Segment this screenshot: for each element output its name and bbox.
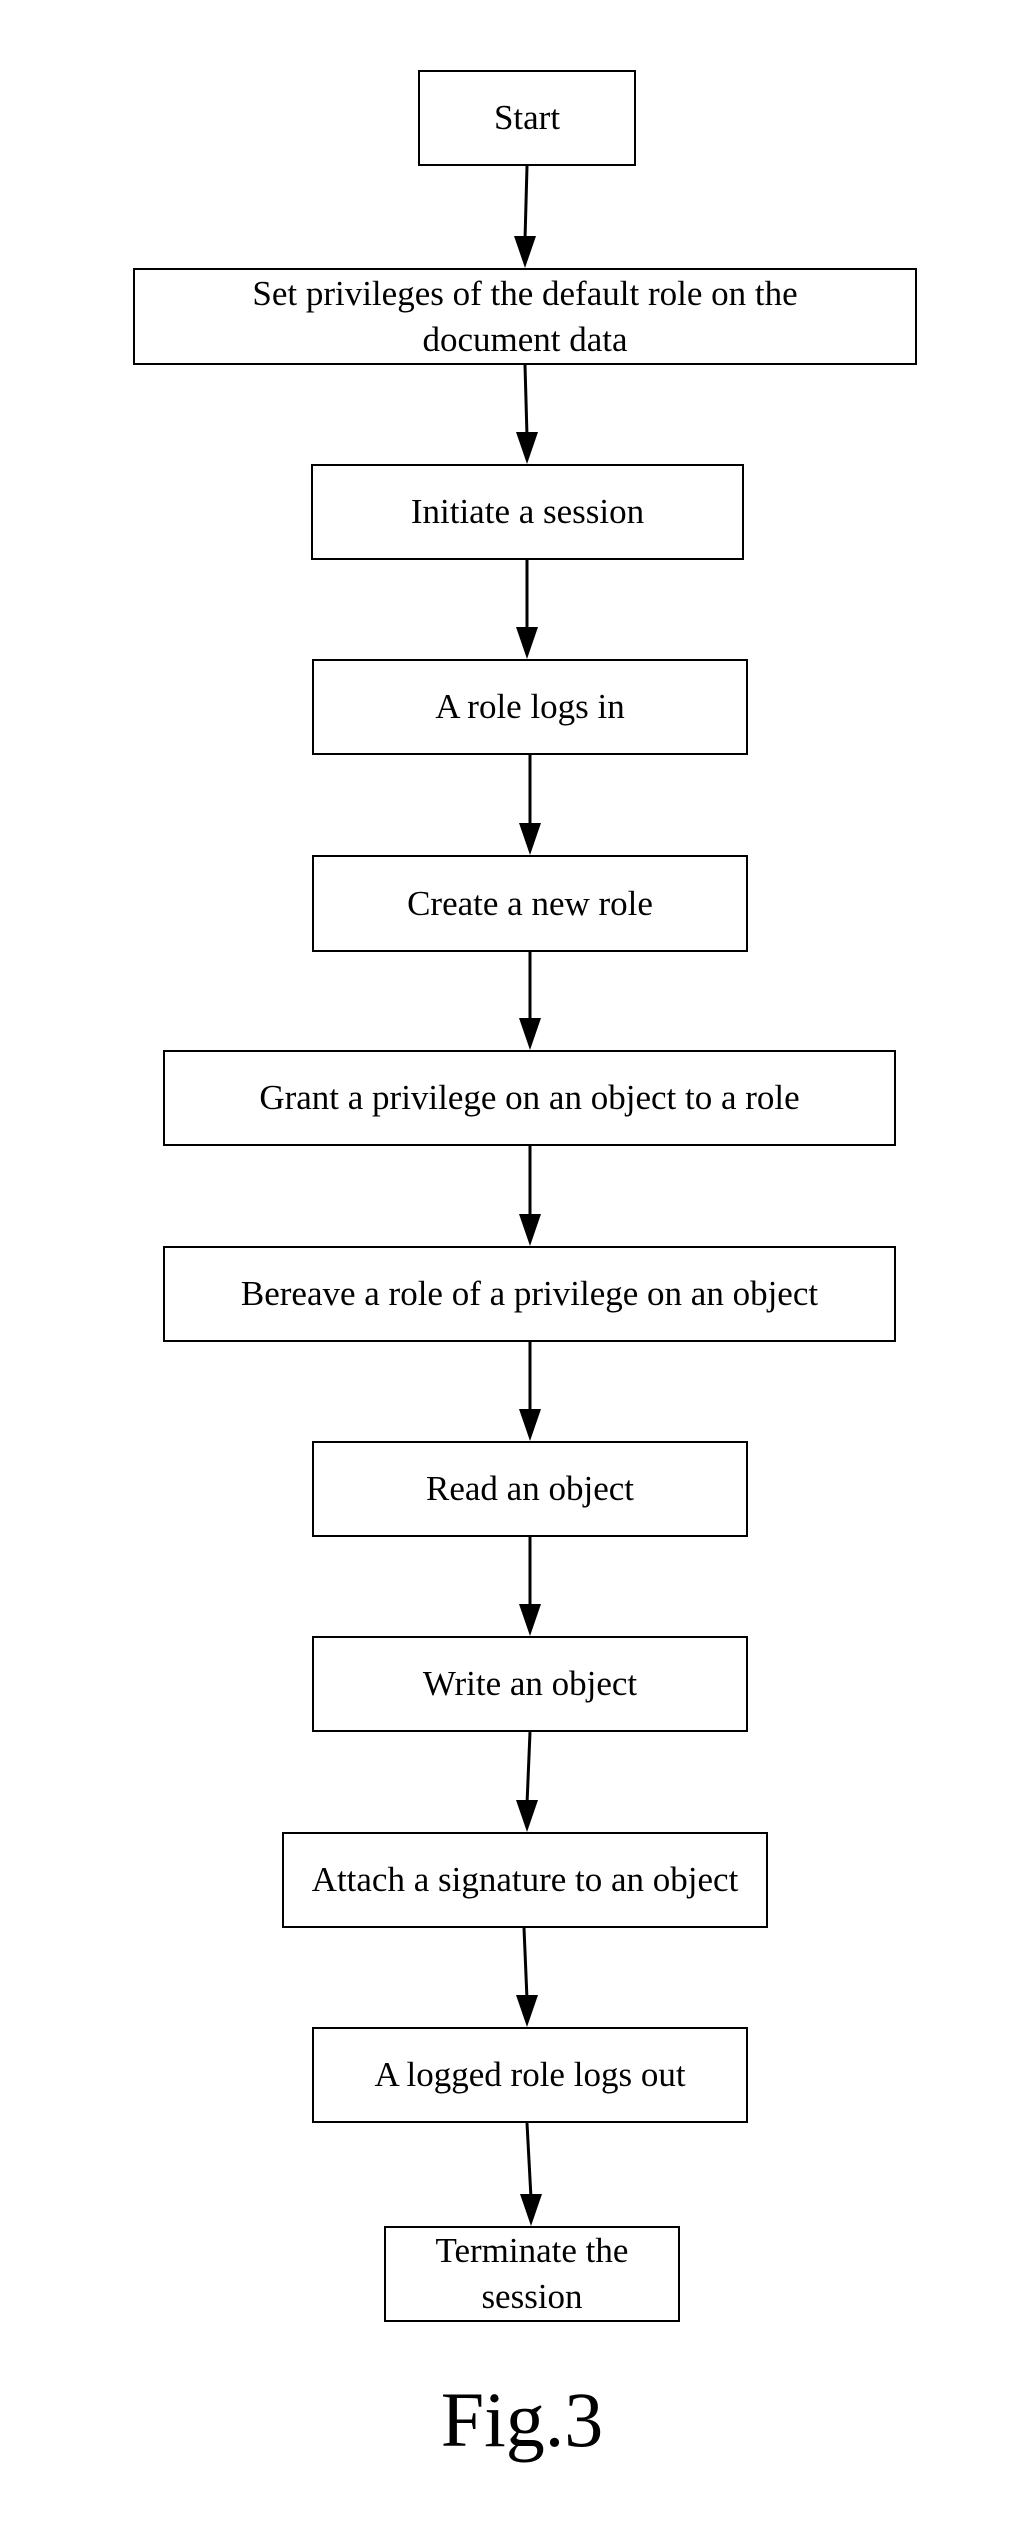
step-label: Grant a privilege on an object to a role [259,1078,800,1117]
step-role-logs-out: A logged role logs out [312,2027,748,2123]
arrow-write-object-to-attach-signature [516,1731,538,1832]
arrow-role-logs-out-to-terminate-session [520,2122,542,2226]
step-label: Set privileges of the default role on th… [252,273,798,359]
step-label: A logged role logs out [374,2055,686,2094]
step-create-role: Create a new role [312,855,748,952]
arrow-set-privileges-to-initiate-session [516,364,538,464]
arrow-revoke-privilege-to-read-object [519,1342,541,1441]
step-label: Read an object [426,1469,634,1508]
step-attach-signature: Attach a signature to an object [282,1832,768,1928]
arrow-grant-privilege-to-revoke-privilege [519,1146,541,1246]
step-read-object: Read an object [312,1441,748,1537]
step-label: Bereave a role of a privilege on an obje… [240,1274,819,1313]
step-label: A role logs in [435,687,625,726]
step-grant-privilege: Grant a privilege on an object to a role [163,1050,896,1146]
figure-caption: Fig.3 [440,2376,604,2463]
step-terminate-session: Terminate the session [384,2226,680,2322]
step-set-default-privileges: Set privileges of the default role on th… [133,268,917,365]
step-label: Write an object [422,1664,638,1703]
step-label: Terminate the session [435,2231,629,2316]
arrow-initiate-session-to-role-logs-in [516,560,538,659]
arrow-role-logs-in-to-create-role [519,755,541,855]
step-label: Attach a signature to an object [311,1860,739,1899]
step-start: Start [418,70,636,166]
step-label: Initiate a session [410,492,645,531]
step-initiate-session: Initiate a session [311,464,744,560]
arrow-attach-signature-to-role-logs-out [516,1927,538,2027]
arrow-create-role-to-grant-privilege [519,952,541,1050]
step-label: Start [493,98,561,137]
step-revoke-privilege: Bereave a role of a privilege on an obje… [163,1246,896,1342]
arrow-start-to-set-privileges [514,165,536,268]
flowchart: Start Set privileges of the default role… [0,0,1022,2542]
step-label: Create a new role [407,883,653,923]
step-write-object: Write an object [312,1636,748,1732]
arrow-read-object-to-write-object [519,1537,541,1636]
step-role-logs-in: A role logs in [312,659,748,755]
